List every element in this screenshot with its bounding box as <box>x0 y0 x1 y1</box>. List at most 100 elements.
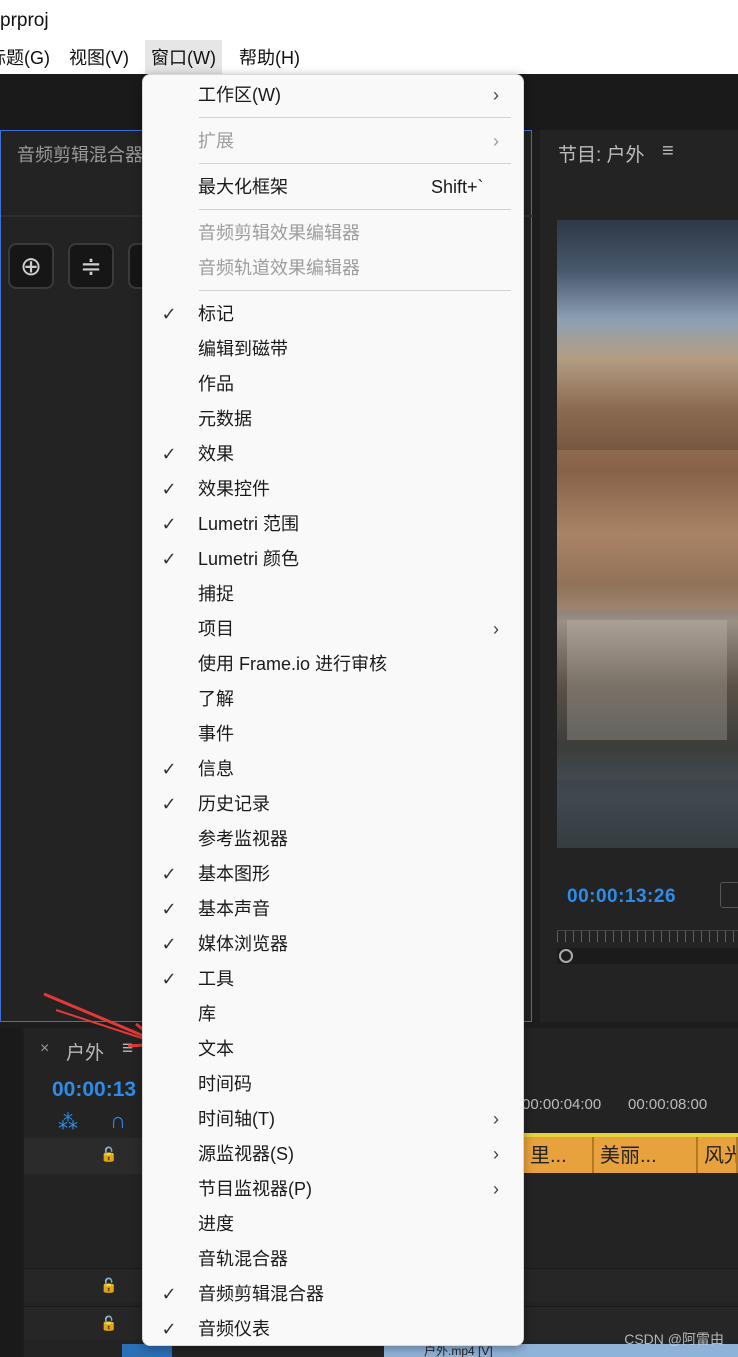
program-timecode[interactable]: 00:00:13:26 <box>567 886 676 908</box>
menu-item[interactable]: ✓ 媒体浏览器 <box>143 927 523 961</box>
menu-item[interactable]: 项目 › <box>143 612 523 646</box>
menu-item[interactable]: 了解 <box>143 682 523 716</box>
zoom-select[interactable] <box>720 882 738 908</box>
menu-item[interactable]: 进度 <box>143 1207 523 1241</box>
panel-menu-icon[interactable]: ≡ <box>662 140 674 163</box>
lock-icon[interactable]: 🔓 <box>100 1146 117 1163</box>
menu-item-label: 扩展 <box>198 131 234 151</box>
add-marker-button[interactable]: ⊕ <box>8 243 54 289</box>
menu-item[interactable]: 文本 <box>143 1032 523 1066</box>
lock-icon[interactable]: 🔓 <box>100 1315 117 1332</box>
menu-item[interactable]: ✓ Lumetri 颜色 <box>143 542 523 576</box>
menu-item-label: 编辑到磁带 <box>198 339 288 359</box>
menu-item[interactable]: ✓ 信息 <box>143 752 523 786</box>
checkmark-icon: ✓ <box>161 899 177 919</box>
menu-item[interactable]: 作品 <box>143 367 523 401</box>
window-title: prproj <box>0 0 738 40</box>
video-preview <box>557 220 738 848</box>
menu-item[interactable]: 源监视器(S) › <box>143 1137 523 1171</box>
menu-item-label: 捕捉 <box>198 584 234 604</box>
menu-item[interactable]: ✓ 工具 <box>143 962 523 996</box>
menu-item-label: 信息 <box>198 759 234 779</box>
menu-item-label: 使用 Frame.io 进行审核 <box>198 654 388 674</box>
menu-item-label: 作品 <box>198 374 234 394</box>
menu-item[interactable]: 最大化框架 Shift+` <box>143 170 523 204</box>
panel-menu-icon[interactable]: ≡ <box>122 1038 133 1060</box>
program-monitor-title[interactable]: 节目: 户外 <box>558 140 645 167</box>
checkmark-icon: ✓ <box>161 934 177 954</box>
menu-item-label: 项目 <box>198 619 234 639</box>
close-icon[interactable]: × <box>40 1040 49 1058</box>
menu-item[interactable]: 时间码 <box>143 1067 523 1101</box>
menu-item-label: 基本图形 <box>198 864 270 884</box>
menu-item[interactable]: ✓ 历史记录 <box>143 787 523 821</box>
menu-item: 扩展 › <box>143 124 523 158</box>
sequence-tab[interactable]: 户外 <box>66 1038 104 1065</box>
menu-item[interactable]: 参考监视器 <box>143 822 523 856</box>
menu-item[interactable]: 工作区(W) › <box>143 78 523 112</box>
menu-help[interactable]: 帮助(H) <box>233 40 306 74</box>
menu-bar: 标题(G) 视图(V) 窗口(W) 帮助(H) <box>0 40 738 74</box>
text-clip[interactable]: 里... <box>524 1137 594 1173</box>
menu-item: 音频轨道效果编辑器 <box>143 251 523 285</box>
plus-circle-icon: ⊕ <box>20 251 42 281</box>
snap-magnet-icon[interactable]: ∩ <box>110 1108 126 1134</box>
panel-tab-audio-clip-mixer[interactable]: 音频剪辑混合器 <box>17 141 143 167</box>
timeline-left-gap <box>0 1028 22 1357</box>
menu-item-label: 时间码 <box>198 1074 252 1094</box>
menu-item[interactable]: ✓ 音频剪辑混合器 <box>143 1277 523 1311</box>
menu-item-label: 工作区(W) <box>198 85 281 105</box>
checkmark-icon: ✓ <box>161 1284 177 1304</box>
menu-item[interactable]: ✓ 效果 <box>143 437 523 471</box>
checkmark-icon: ✓ <box>161 549 177 569</box>
menu-item[interactable]: 元数据 <box>143 402 523 436</box>
menu-window[interactable]: 窗口(W) <box>145 40 222 74</box>
menu-title[interactable]: 标题(G) <box>0 40 56 74</box>
bare-trees <box>567 620 727 740</box>
menu-item[interactable]: 使用 Frame.io 进行审核 <box>143 647 523 681</box>
menu-separator <box>199 290 511 291</box>
checkmark-icon: ✓ <box>161 1319 177 1339</box>
menu-item[interactable]: 时间轴(T) › <box>143 1102 523 1136</box>
menu-item[interactable]: 事件 <box>143 717 523 751</box>
menu-item-label: 节目监视器(P) <box>198 1179 312 1199</box>
text-clip[interactable]: 风光 <box>698 1137 738 1173</box>
menu-item-label: 音频轨道效果编辑器 <box>198 258 360 278</box>
expand-vertical-icon: ≑ <box>80 251 102 281</box>
menu-item[interactable]: ✓ 音频仪表 <box>143 1312 523 1346</box>
menu-item[interactable]: 库 <box>143 997 523 1031</box>
scroll-handle[interactable] <box>559 949 573 963</box>
chevron-right-icon: › <box>493 1144 499 1164</box>
checkmark-icon: ✓ <box>161 479 177 499</box>
nest-icon[interactable]: ⁂ <box>58 1110 78 1135</box>
menu-item-label: 源监视器(S) <box>198 1144 294 1164</box>
chevron-right-icon: › <box>493 1179 499 1199</box>
menu-item-label: 效果 <box>198 444 234 464</box>
menu-item[interactable]: 编辑到磁带 <box>143 332 523 366</box>
checkmark-icon: ✓ <box>161 514 177 534</box>
program-time-ruler[interactable] <box>557 930 738 942</box>
text-clip[interactable]: 美丽... <box>594 1137 698 1173</box>
timeline-timecode[interactable]: 00:00:13 <box>52 1078 136 1102</box>
menu-item[interactable]: 节目监视器(P) › <box>143 1172 523 1206</box>
menu-item[interactable]: 捕捉 <box>143 577 523 611</box>
window-menu-dropdown: 工作区(W) › 扩展 › 最大化框架 Shift+` 音频剪辑效果编辑器 音频轨道效果编辑器… <box>142 74 524 1346</box>
lock-icon[interactable]: 🔓 <box>100 1277 117 1294</box>
menu-item-label: 历史记录 <box>198 794 270 814</box>
program-zoom-scroll[interactable] <box>557 948 738 964</box>
menu-item-label: 了解 <box>198 689 234 709</box>
menu-view[interactable]: 视图(V) <box>63 40 135 74</box>
menu-item[interactable]: ✓ 基本图形 <box>143 857 523 891</box>
watermark: CSDN @阿雷由 <box>624 1331 724 1347</box>
menu-item[interactable]: ✓ Lumetri 范围 <box>143 507 523 541</box>
ruler-label: 00:00:04:00 <box>522 1096 602 1113</box>
menu-item[interactable]: ✓ 标记 <box>143 297 523 331</box>
menu-item[interactable]: ✓ 效果控件 <box>143 472 523 506</box>
menu-item-label: Lumetri 范围 <box>198 514 300 534</box>
expand-tracks-button[interactable]: ≑ <box>68 243 114 289</box>
menu-item-shortcut: Shift+` <box>431 177 484 197</box>
menu-item-label: 进度 <box>198 1214 234 1234</box>
menu-item[interactable]: 音轨混合器 <box>143 1242 523 1276</box>
menu-item-label: 元数据 <box>198 409 252 429</box>
menu-item[interactable]: ✓ 基本声音 <box>143 892 523 926</box>
